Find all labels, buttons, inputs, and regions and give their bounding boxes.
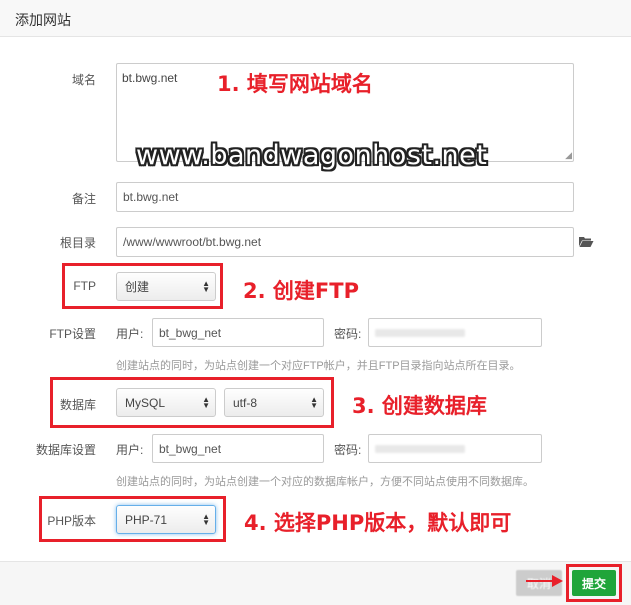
folder-icon[interactable] — [579, 236, 594, 247]
db-user-value: bt_bwg_net — [159, 441, 222, 456]
ftp-user-value: bt_bwg_net — [159, 325, 222, 340]
ftp-settings-label: FTP设置 — [49, 327, 96, 341]
select-arrows-icon: ▲ ▼ — [202, 278, 210, 294]
note-label: 备注 — [71, 192, 96, 206]
ftp-select[interactable]: 创建 ▲ ▼ — [116, 272, 216, 301]
db-settings-label: 数据库设置 — [35, 443, 96, 457]
note-input[interactable]: bt.bwg.net — [116, 182, 574, 212]
ftp-user-input[interactable]: bt_bwg_net — [152, 318, 324, 347]
ftp-pass-label: 密码: — [334, 327, 362, 341]
root-label: 根目录 — [59, 236, 96, 250]
annotation-step-3: 3. 创建数据库 — [352, 394, 487, 418]
ftp-pass-redacted — [375, 329, 465, 337]
php-select-value: PHP-71 — [125, 512, 168, 527]
db-pass-label: 密码: — [334, 443, 362, 457]
annotation-step-4: 4. 选择PHP版本，默认即可 — [244, 511, 512, 535]
domain-label: 域名 — [71, 73, 96, 87]
ftp-hint: 创建站点的同时，为站点创建一个对应FTP帐户，并且FTP目录指向站点所在目录。 — [116, 360, 521, 372]
db-label: 数据库 — [59, 398, 96, 412]
db-user-input[interactable]: bt_bwg_net — [152, 434, 324, 463]
watermark-text: www.bandwagonhost.net — [136, 140, 488, 171]
select-arrows-icon: ▲ ▼ — [310, 394, 318, 410]
resize-handle-icon[interactable]: ◢ — [565, 150, 572, 161]
db-type-select[interactable]: MySQL ▲ ▼ — [116, 388, 216, 417]
db-user-label: 用户: — [116, 443, 144, 457]
db-pass-input[interactable] — [368, 434, 542, 463]
arrow-right-icon — [526, 574, 564, 591]
ftp-pass-input[interactable] — [368, 318, 542, 347]
ftp-user-label: 用户: — [116, 327, 144, 341]
submit-button-label: 提交 — [581, 576, 606, 591]
annotation-step-2: 2. 创建FTP — [243, 279, 359, 303]
db-charset-value: utf-8 — [233, 395, 258, 410]
root-input[interactable]: /www/wwwroot/bt.bwg.net — [116, 227, 574, 257]
root-input-value: /www/wwwroot/bt.bwg.net — [123, 235, 262, 249]
ftp-select-value: 创建 — [125, 280, 150, 294]
db-hint: 创建站点的同时，为站点创建一个对应的数据库帐户，方便不同站点使用不同数据库。 — [116, 476, 534, 488]
annotation-step-1: 1. 填写网站域名 — [217, 72, 373, 96]
php-label: PHP版本 — [47, 514, 96, 528]
submit-button[interactable]: 提交 — [572, 570, 616, 596]
select-arrows-icon: ▲ ▼ — [202, 511, 210, 527]
php-select[interactable]: PHP-71 ▲ ▼ — [116, 505, 216, 534]
select-arrows-icon: ▲ ▼ — [202, 394, 210, 410]
domain-textarea-value: bt.bwg.net — [122, 71, 178, 85]
db-pass-redacted — [375, 445, 465, 453]
dialog-title: 添加网站 — [15, 12, 71, 28]
db-charset-select[interactable]: utf-8 ▲ ▼ — [224, 388, 324, 417]
ftp-label: FTP — [73, 279, 96, 293]
note-input-value: bt.bwg.net — [123, 190, 179, 204]
dialog-title-bar: 添加网站 — [0, 0, 631, 37]
db-type-value: MySQL — [125, 395, 166, 410]
